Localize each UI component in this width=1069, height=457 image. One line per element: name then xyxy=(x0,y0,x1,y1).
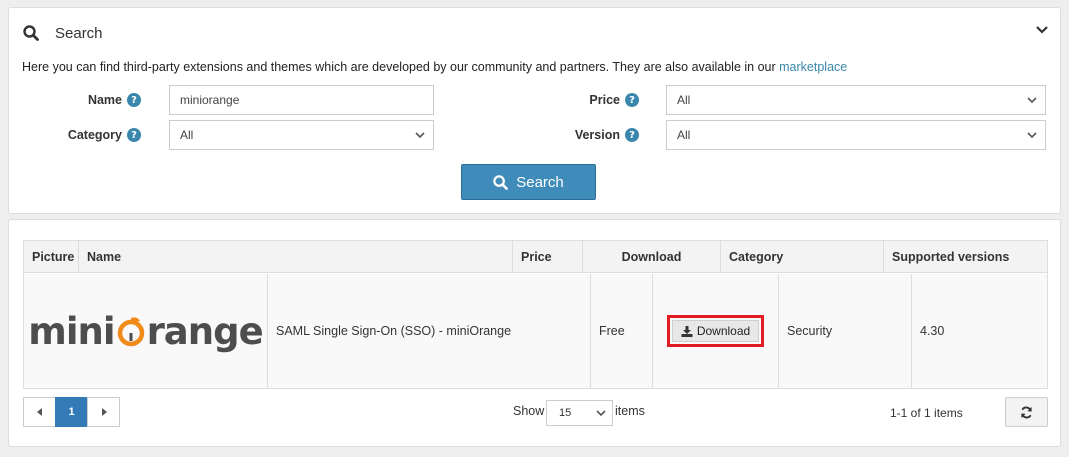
refresh-button[interactable] xyxy=(1005,397,1048,427)
price-label-text: Price xyxy=(589,93,620,107)
caret-right-icon xyxy=(101,408,107,416)
intro-text: Here you can find third-party extensions… xyxy=(22,60,847,74)
download-icon xyxy=(681,325,693,337)
col-header-picture[interactable]: Picture xyxy=(24,241,79,273)
category-select-value: All xyxy=(180,128,194,142)
col-header-versions[interactable]: Supported versions xyxy=(884,241,1047,273)
name-cell: SAML Single Sign-On (SSO) - miniOrange xyxy=(268,274,591,388)
logo-text-mini: mini xyxy=(28,309,115,353)
version-select[interactable]: All xyxy=(666,120,1046,150)
next-page-button[interactable] xyxy=(87,397,120,427)
name-label-text: Name xyxy=(87,93,122,107)
miniorange-logo-icon xyxy=(117,317,144,347)
items-count: 1-1 of 1 items xyxy=(890,406,963,420)
search-button-label: Search xyxy=(516,173,564,191)
versions-cell: 4.30 xyxy=(920,324,945,338)
chevron-down-icon xyxy=(596,410,606,417)
page-size-select[interactable]: 15 xyxy=(546,400,613,426)
download-highlight: Download xyxy=(666,315,765,347)
search-header[interactable]: Search xyxy=(23,23,103,43)
show-label: Show xyxy=(513,404,545,418)
help-icon[interactable]: ? xyxy=(127,128,141,142)
col-header-name[interactable]: Name xyxy=(79,241,513,273)
caret-left-icon xyxy=(36,408,42,416)
grid-header: Picture Name Price Download Category Sup… xyxy=(24,241,1047,273)
picture-cell: mini range xyxy=(24,274,268,388)
refresh-icon xyxy=(1021,406,1032,418)
prev-page-button[interactable] xyxy=(23,397,56,427)
col-header-download[interactable]: Download xyxy=(583,241,721,273)
logo-text-range: range xyxy=(146,309,264,353)
table-row: mini range SAML Single Sign-On (SSO) - m… xyxy=(24,274,1047,388)
col-header-price[interactable]: Price xyxy=(513,241,583,273)
category-cell: Security xyxy=(779,274,912,388)
marketplace-link[interactable]: marketplace xyxy=(779,60,847,74)
download-button[interactable]: Download xyxy=(671,320,760,342)
miniorange-logo: mini range xyxy=(28,309,264,353)
chevron-down-icon xyxy=(1027,132,1037,139)
pagination: 1 xyxy=(23,397,120,427)
search-title: Search xyxy=(55,24,103,42)
name-label: Name ? xyxy=(69,93,141,107)
version-label: Version ? xyxy=(549,128,639,142)
chevron-down-icon[interactable] xyxy=(1036,25,1048,34)
search-panel: Search Here you can find third-party ext… xyxy=(8,7,1061,214)
results-grid: Picture Name Price Download Category Sup… xyxy=(23,240,1048,389)
page-size-value: 15 xyxy=(559,407,572,419)
name-input[interactable]: miniorange xyxy=(169,85,434,115)
page-button-current[interactable]: 1 xyxy=(55,397,88,427)
version-label-text: Version xyxy=(574,128,620,142)
search-icon xyxy=(23,25,39,41)
chevron-down-icon xyxy=(415,132,425,139)
download-cell: Download xyxy=(653,274,779,388)
help-icon[interactable]: ? xyxy=(127,93,141,107)
price-label: Price ? xyxy=(549,93,639,107)
category-label: Category ? xyxy=(49,128,141,142)
help-icon[interactable]: ? xyxy=(625,93,639,107)
intro-body: Here you can find third-party extensions… xyxy=(22,60,780,74)
results-panel: Picture Name Price Download Category Sup… xyxy=(8,219,1061,447)
price-select[interactable]: All xyxy=(666,85,1046,115)
chevron-down-icon xyxy=(1027,97,1037,104)
search-icon xyxy=(493,174,509,190)
search-button[interactable]: Search xyxy=(461,164,596,200)
col-header-category[interactable]: Category xyxy=(721,241,884,273)
category-label-text: Category xyxy=(67,128,122,142)
price-cell: Free xyxy=(591,274,653,388)
items-label: items xyxy=(615,404,645,418)
category-select[interactable]: All xyxy=(169,120,434,150)
help-icon[interactable]: ? xyxy=(625,128,639,142)
version-select-value: All xyxy=(677,128,691,142)
name-input-value: miniorange xyxy=(180,93,240,107)
download-label: Download xyxy=(696,324,751,338)
price-select-value: All xyxy=(677,93,691,107)
